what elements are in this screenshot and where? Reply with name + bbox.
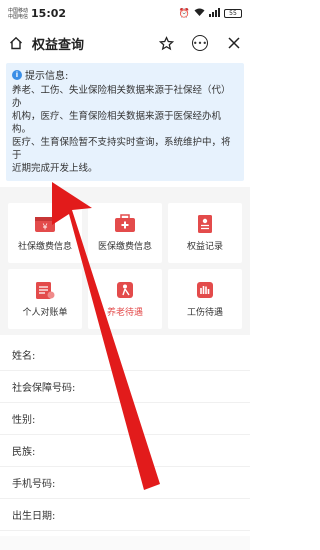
personal-info-list: 姓名: 社会保障号码: 性别: 民族: 手机号码: 出生日期: <box>0 335 250 531</box>
info-row-gender: 性别: <box>0 403 250 435</box>
info-label: 社会保障号码: <box>12 383 76 394</box>
document-record-icon <box>198 215 212 233</box>
info-row-phone: 手机号码: <box>0 467 250 499</box>
statement-icon <box>36 282 55 299</box>
tile-pension-benefits[interactable]: 养老待遇 <box>88 269 162 329</box>
info-label: 出生日期: <box>12 511 56 522</box>
notice-heading: 提示信息: <box>25 71 69 82</box>
info-label: 手机号码: <box>12 479 56 490</box>
tile-label: 社保缴费信息 <box>17 242 72 252</box>
info-row-name: 姓名: <box>0 339 250 371</box>
tile-label: 权益记录 <box>186 242 223 252</box>
carrier-info: 中国移动 中国电信 <box>8 8 28 20</box>
elderly-icon <box>117 282 133 298</box>
hand-injury-icon <box>197 282 213 298</box>
title-bar: 权益查询 ••• <box>0 27 250 59</box>
tile-work-injury-benefits[interactable]: 工伤待遇 <box>168 269 242 329</box>
notice-line: 近期完成开发上线。 <box>12 163 98 174</box>
bottom-area <box>0 536 250 550</box>
notice-box: i 提示信息: 养老、工伤、失业保险相关数据来源于社保经（代）办 机构，医疗、生… <box>6 63 244 181</box>
wifi-icon <box>194 8 205 20</box>
tile-label: 工伤待遇 <box>186 308 223 318</box>
info-label: 民族: <box>12 447 36 458</box>
function-grid: ¥ 社保缴费信息 医保缴费信息 权益记录 个人对账单 养老待遇 工伤待遇 <box>8 203 242 329</box>
info-label: 姓名: <box>12 351 36 362</box>
more-icon[interactable]: ••• <box>190 33 210 53</box>
notice-line: 医疗、生育保险暂不支持实时查询，系统维护中，将于 <box>12 137 231 161</box>
carrier-2: 中国电信 <box>8 13 29 20</box>
page-title: 权益查询 <box>32 37 85 53</box>
info-row-birth-date: 出生日期: <box>0 499 250 531</box>
notice-line: 机构，医疗、生育保险相关数据来源于医保经办机构。 <box>12 111 222 135</box>
tile-medical-insurance-payment[interactable]: 医保缴费信息 <box>88 203 162 263</box>
tile-rights-record[interactable]: 权益记录 <box>168 203 242 263</box>
close-icon[interactable] <box>224 33 244 53</box>
svg-text:¥: ¥ <box>42 223 47 232</box>
tile-label: 医保缴费信息 <box>97 242 152 252</box>
tile-label: 个人对账单 <box>22 308 68 318</box>
info-icon: i <box>12 69 22 80</box>
function-grid-area: ¥ 社保缴费信息 医保缴费信息 权益记录 个人对账单 养老待遇 工伤待遇 <box>0 197 250 335</box>
home-icon[interactable] <box>6 33 26 53</box>
medical-kit-icon <box>115 214 135 232</box>
clock: 15:02 <box>31 7 67 20</box>
star-icon[interactable] <box>156 33 176 53</box>
signal-icon <box>209 7 220 20</box>
notice-line: 养老、工伤、失业保险相关数据来源于社保经（代）办 <box>12 85 231 109</box>
section-gap <box>0 187 250 197</box>
status-bar: 中国移动 中国电信 15:02 ⏰ 55 <box>0 0 250 27</box>
alarm-icon: ⏰ <box>178 8 190 19</box>
info-row-ethnicity: 民族: <box>0 435 250 467</box>
tile-label: 养老待遇 <box>106 308 143 318</box>
battery-icon: 55 <box>224 9 242 18</box>
status-icons: ⏰ 55 <box>178 7 242 20</box>
notice-text: 养老、工伤、失业保险相关数据来源于社保经（代）办 机构，医疗、生育保险相关数据来… <box>12 84 238 175</box>
wallet-yuan-icon: ¥ <box>35 217 55 232</box>
info-label: 性别: <box>12 415 36 426</box>
tile-social-insurance-payment[interactable]: ¥ 社保缴费信息 <box>8 203 82 263</box>
info-row-social-security-number: 社会保障号码: <box>0 371 250 403</box>
tile-personal-statement[interactable]: 个人对账单 <box>8 269 82 329</box>
